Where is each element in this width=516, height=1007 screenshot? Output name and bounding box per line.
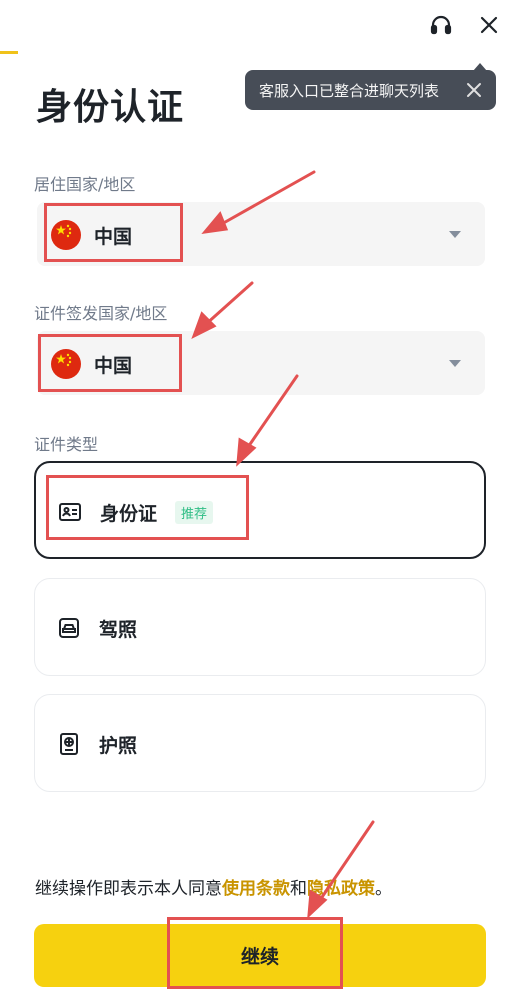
id-card-icon: [59, 503, 81, 521]
issuing-label: 证件签发国家/地区: [34, 304, 168, 323]
terms-of-use-link[interactable]: 使用条款: [222, 879, 290, 899]
terms-prefix: 继续操作即表示本人同意: [35, 879, 222, 899]
terms-suffix: 。: [375, 879, 392, 899]
doc-option-id-card[interactable]: 身份证 推荐: [34, 461, 486, 559]
passport-icon: [60, 733, 78, 755]
china-flag-icon: [51, 220, 81, 250]
terms-and: 和: [290, 879, 307, 899]
recommended-badge: 推荐: [175, 501, 214, 524]
doc-option-label: 驾照: [99, 619, 138, 641]
continue-button-label: 继续: [240, 946, 279, 968]
annotation-arrow: [203, 281, 254, 327]
continue-button[interactable]: 继续: [34, 924, 486, 987]
doc-type-label: 证件类型: [34, 435, 99, 454]
page-title: 身份认证: [36, 87, 185, 128]
top-toolbar: [428, 12, 502, 38]
issuing-value: 中国: [94, 355, 133, 377]
residence-select[interactable]: 中国: [37, 202, 485, 266]
chevron-down-icon: [449, 360, 461, 367]
china-flag-icon: [51, 349, 81, 379]
doc-option-driver-license[interactable]: 驾照: [34, 578, 486, 676]
toast-text: 客服入口已整合进聊天列表: [259, 81, 440, 100]
progress-indicator: [0, 51, 18, 54]
residence-value: 中国: [94, 226, 133, 248]
issuing-select[interactable]: 中国: [37, 331, 485, 395]
terms-notice: 继续操作即表示本人同意使用条款和隐私政策。: [35, 874, 392, 899]
close-icon[interactable]: [476, 12, 502, 38]
toast-notification: 客服入口已整合进聊天列表: [245, 63, 496, 110]
privacy-policy-link[interactable]: 隐私政策: [307, 879, 375, 899]
residence-label: 居住国家/地区: [34, 175, 136, 194]
headset-icon[interactable]: [428, 12, 454, 38]
toast-close-icon[interactable]: [464, 80, 484, 100]
doc-option-label: 身份证: [100, 503, 158, 525]
doc-option-label: 护照: [99, 735, 138, 757]
driver-license-icon: [59, 618, 79, 638]
doc-option-passport[interactable]: 护照: [34, 694, 486, 792]
chevron-down-icon: [449, 231, 461, 238]
annotation-arrow-head: [236, 437, 257, 467]
